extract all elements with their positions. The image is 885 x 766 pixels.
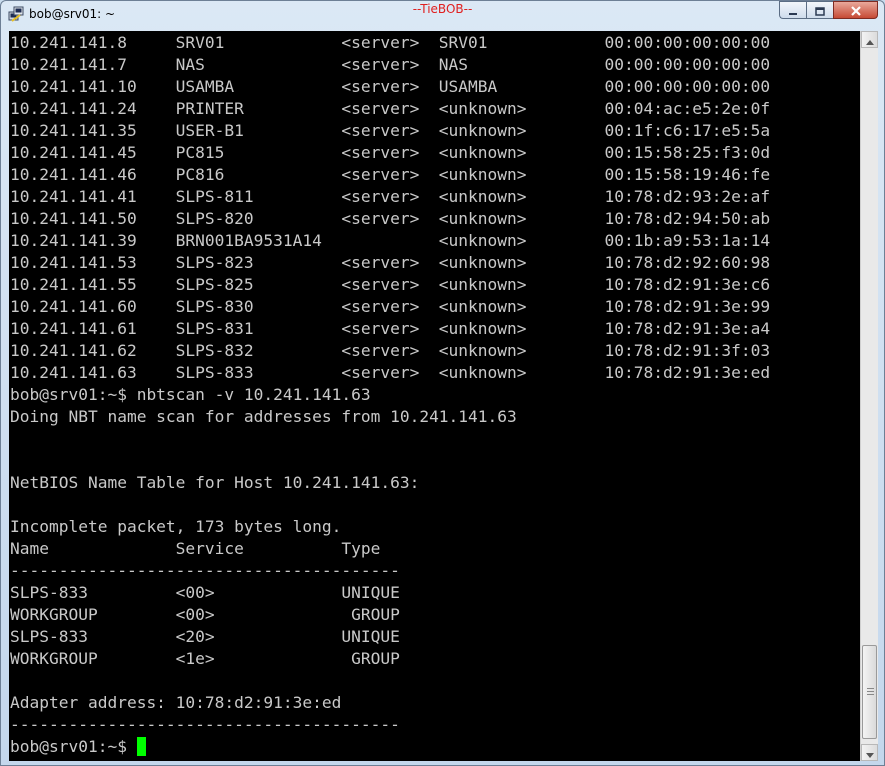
maximize-button[interactable]: [806, 1, 833, 19]
arrow-down-icon: [865, 743, 874, 762]
terminal-line: bob@srv01:~$ nbtscan -v 10.241.141.63: [10, 385, 371, 404]
terminal-line: 10.241.141.10 USAMBA <server> USAMBA 00:…: [10, 77, 771, 96]
shell-prompt: bob@srv01:~$: [10, 737, 137, 756]
terminal-line: 10.241.141.8 SRV01 <server> SRV01 00:00:…: [10, 33, 771, 52]
terminal-line: NetBIOS Name Table for Host 10.241.141.6…: [10, 473, 420, 492]
terminal-line: ----------------------------------------: [10, 715, 400, 734]
maximize-icon: [815, 1, 825, 20]
terminal-line: WORKGROUP <1e> GROUP: [10, 649, 400, 668]
terminal-line: WORKGROUP <00> GROUP: [10, 605, 400, 624]
terminal-line: 10.241.141.50 SLPS-820 <server> <unknown…: [10, 209, 771, 228]
scroll-up-button[interactable]: [861, 31, 878, 48]
scroll-down-button[interactable]: [861, 744, 878, 761]
terminal-line: 10.241.141.55 SLPS-825 <server> <unknown…: [10, 275, 771, 294]
terminal-line: 10.241.141.53 SLPS-823 <server> <unknown…: [10, 253, 771, 272]
window-controls: [779, 1, 878, 20]
text-cursor: [136, 737, 146, 756]
title-bar[interactable]: bob@srv01: ~ --TieBOB--: [1, 1, 884, 27]
terminal-line: 10.241.141.62 SLPS-832 <server> <unknown…: [10, 341, 771, 360]
close-button[interactable]: [833, 1, 878, 19]
close-icon: [850, 1, 862, 20]
terminal-line: 10.241.141.61 SLPS-831 <server> <unknown…: [10, 319, 771, 338]
terminal-line: SLPS-833 <20> UNIQUE: [10, 627, 400, 646]
prompt-line[interactable]: bob@srv01:~$: [10, 736, 770, 758]
scroll-thumb[interactable]: [862, 645, 877, 739]
terminal-line: 10.241.141.41 SLPS-811 <server> <unknown…: [10, 187, 771, 206]
window-center-label: --TieBOB--: [412, 2, 473, 16]
terminal-line: 10.241.141.46 PC816 <server> <unknown> 0…: [10, 165, 771, 184]
terminal-line: 10.241.141.60 SLPS-830 <server> <unknown…: [10, 297, 771, 316]
terminal-line: 10.241.141.63 SLPS-833 <server> <unknown…: [10, 363, 771, 382]
terminal-lines: 10.241.141.8 SRV01 <server> SRV01 00:00:…: [10, 32, 770, 758]
terminal-line: SLPS-833 <00> UNIQUE: [10, 583, 400, 602]
terminal-line: 10.241.141.39 BRN001BA9531A14 <unknown> …: [10, 231, 771, 250]
terminal-line: Incomplete packet, 173 bytes long.: [10, 517, 342, 536]
minimize-button[interactable]: [779, 1, 806, 19]
terminal-line: 10.241.141.7 NAS <server> NAS 00:00:00:0…: [10, 55, 771, 74]
terminal-output[interactable]: 10.241.141.8 SRV01 <server> SRV01 00:00:…: [9, 31, 860, 761]
terminal-line: Doing NBT name scan for addresses from 1…: [10, 407, 517, 426]
terminal-line: ----------------------------------------: [10, 561, 400, 580]
terminal-line: Adapter address: 10:78:d2:91:3e:ed: [10, 693, 342, 712]
terminal-line: 10.241.141.24 PRINTER <server> <unknown>…: [10, 99, 771, 118]
terminal-window: bob@srv01: ~ --TieBOB-- 10.241.141.8 SRV…: [0, 0, 885, 766]
terminal-line: 10.241.141.35 USER-B1 <server> <unknown>…: [10, 121, 771, 140]
arrow-up-icon: [865, 30, 874, 49]
vertical-scrollbar[interactable]: [860, 31, 878, 761]
terminal-line: Name Service Type: [10, 539, 381, 558]
minimize-icon: [788, 1, 798, 20]
terminal-line: 10.241.141.45 PC815 <server> <unknown> 0…: [10, 143, 771, 162]
